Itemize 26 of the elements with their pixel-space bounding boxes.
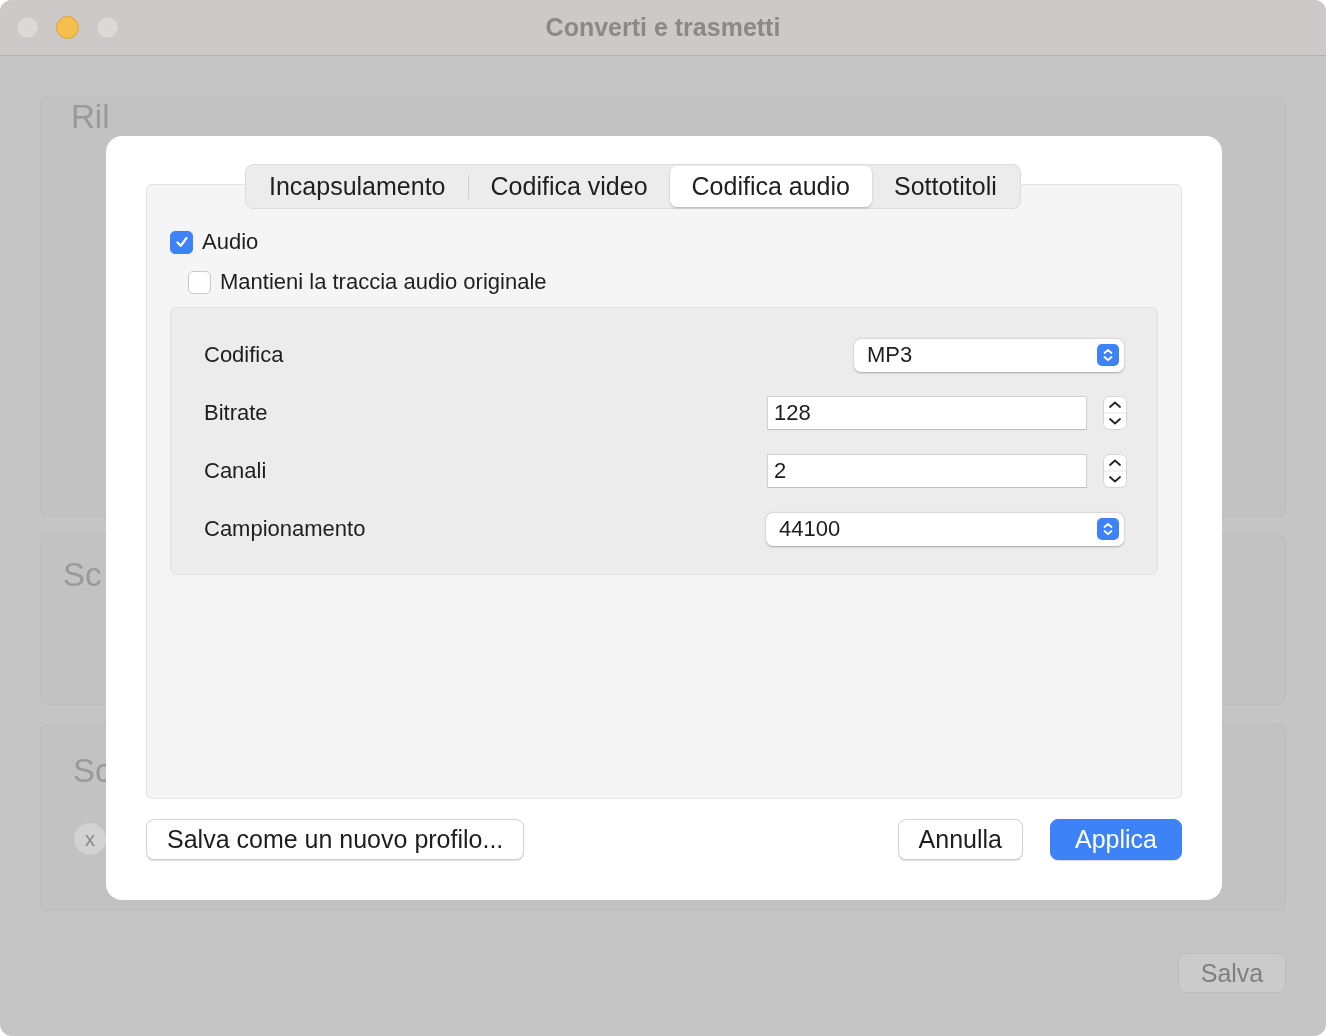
stepper-icon[interactable] [1103, 454, 1127, 488]
minimize-button[interactable] [56, 16, 79, 39]
chevron-icon [1097, 518, 1119, 540]
tab[interactable]: Codifica audio [669, 166, 872, 207]
dropdown[interactable]: 44100 [766, 512, 1124, 546]
save-profile-button[interactable]: Salva come un nuovo profilo... [146, 819, 525, 860]
cancel-button[interactable]: Annulla [897, 819, 1023, 860]
setting-label: Campionamento [204, 516, 366, 542]
input-field[interactable]: 2 [767, 454, 1087, 488]
input-field[interactable]: 128 [767, 396, 1087, 430]
tab[interactable]: Sottotitoli [872, 166, 1019, 207]
setting-label: Codifica [204, 342, 284, 368]
setting-label: Canali [204, 458, 267, 484]
setting-label: Bitrate [204, 400, 268, 426]
checkbox[interactable] [170, 230, 193, 254]
checkbox-label: Mantieni la traccia audio originale [220, 269, 547, 295]
tab[interactable]: Codifica video [468, 166, 670, 207]
checkmark-icon [173, 234, 190, 250]
window-title: Converti e trasmetti [545, 13, 781, 42]
stepper-icon[interactable] [1103, 396, 1127, 430]
chevron-icon [1097, 344, 1119, 366]
checkbox-label: Audio [202, 229, 259, 255]
apply-button[interactable]: Applica [1050, 819, 1182, 860]
dropdown[interactable]: MP3 [854, 338, 1124, 372]
tab[interactable]: Incapsulamento [247, 166, 468, 207]
checkbox[interactable] [188, 270, 211, 294]
